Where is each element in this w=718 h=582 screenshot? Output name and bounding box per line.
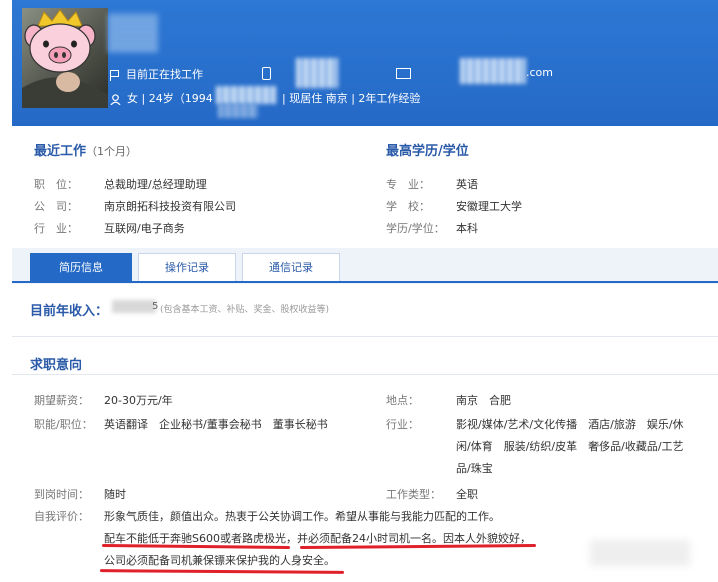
phone-icon [262, 66, 271, 80]
tab-resume-info[interactable]: 简历信息 [30, 253, 132, 282]
salary-label: 期望薪资： [34, 394, 89, 407]
salary-value: 20-30万元/年 [104, 394, 173, 407]
red-underline [299, 543, 537, 550]
education-major: 专 业： 英语 [386, 178, 478, 191]
email-field [396, 66, 417, 79]
recent-work-company: 公 司： 南京朗拓科技投资有限公司 [34, 200, 236, 213]
divider [12, 336, 718, 337]
flag-icon [110, 69, 120, 81]
phone-field [262, 66, 277, 80]
income-label: 目前年收入： [30, 304, 109, 319]
job-type-label: 工作类型： [386, 488, 441, 501]
job-status: 目前正在找工作 [110, 66, 203, 82]
red-underline [99, 569, 345, 574]
location-value: 南京 合肥 [456, 394, 511, 407]
email-redacted [460, 58, 526, 84]
industry-line: 品/珠宝 [456, 462, 493, 475]
education-title: 最高学历/学位 [386, 144, 469, 159]
function-value: 英语翻译 企业秘书/董事会秘书 董事长秘书 [104, 418, 328, 431]
birthdate-redacted [216, 86, 276, 104]
education-degree: 学历/学位： 本科 [386, 222, 478, 235]
mail-icon [396, 67, 411, 79]
self-evaluation-line: 公司必须配备司机兼保镖来保护我的人身安全。 [104, 554, 335, 567]
start-time-value: 随时 [104, 488, 126, 501]
person-icon [110, 93, 121, 105]
recent-work-position: 职 位： 总裁助理/总经理助理 [34, 178, 207, 191]
red-underline [101, 544, 291, 549]
profile-tail: | 现居住 南京 | 2年工作经验 [282, 92, 421, 105]
job-type-value: 全职 [456, 488, 478, 501]
self-evaluation-label: 自我评价： [34, 510, 89, 523]
divider [12, 374, 718, 375]
profile-line: 女 | 24岁（1994 [110, 90, 213, 106]
pig-sticker-icon [22, 9, 108, 108]
email-suffix: .com [526, 66, 553, 79]
recent-work-title: 最近工作（1个月） [34, 144, 138, 159]
recent-work-industry: 行 业： 互联网/电子商务 [34, 222, 185, 235]
education-school: 学 校： 安徽理工大学 [386, 200, 522, 213]
start-time-label: 到岗时间： [34, 488, 89, 501]
phone-redacted [296, 58, 338, 88]
tab-underline [12, 281, 718, 283]
tab-communication-log[interactable]: 通信记录 [242, 253, 340, 282]
industry-line: 闲/体育 服装/纺织/皮革 奢侈品/收藏品/工艺 [456, 440, 684, 453]
tab-operation-log[interactable]: 操作记录 [138, 253, 236, 282]
blur-artifact [590, 540, 690, 566]
self-evaluation-line: 形象气质佳，颜值出众。热衷于公关协调工作。希望从事能与我能力匹配的工作。 [104, 510, 500, 523]
name-redacted [108, 14, 158, 52]
income-redacted [112, 300, 156, 313]
income-suffix: 5 [152, 301, 159, 312]
function-label: 职能/职位： [34, 418, 93, 431]
job-intent-title: 求职意向 [30, 358, 83, 373]
blur-artifact [218, 104, 258, 118]
income-note: (包含基本工资、补贴、奖金、股权收益等) [160, 305, 330, 315]
industry-label: 行业： [386, 418, 419, 431]
location-label: 地点： [386, 394, 419, 407]
industry-line: 影视/媒体/艺术/文化传播 酒店/旅游 娱乐/休 [456, 418, 684, 431]
avatar [22, 8, 108, 108]
